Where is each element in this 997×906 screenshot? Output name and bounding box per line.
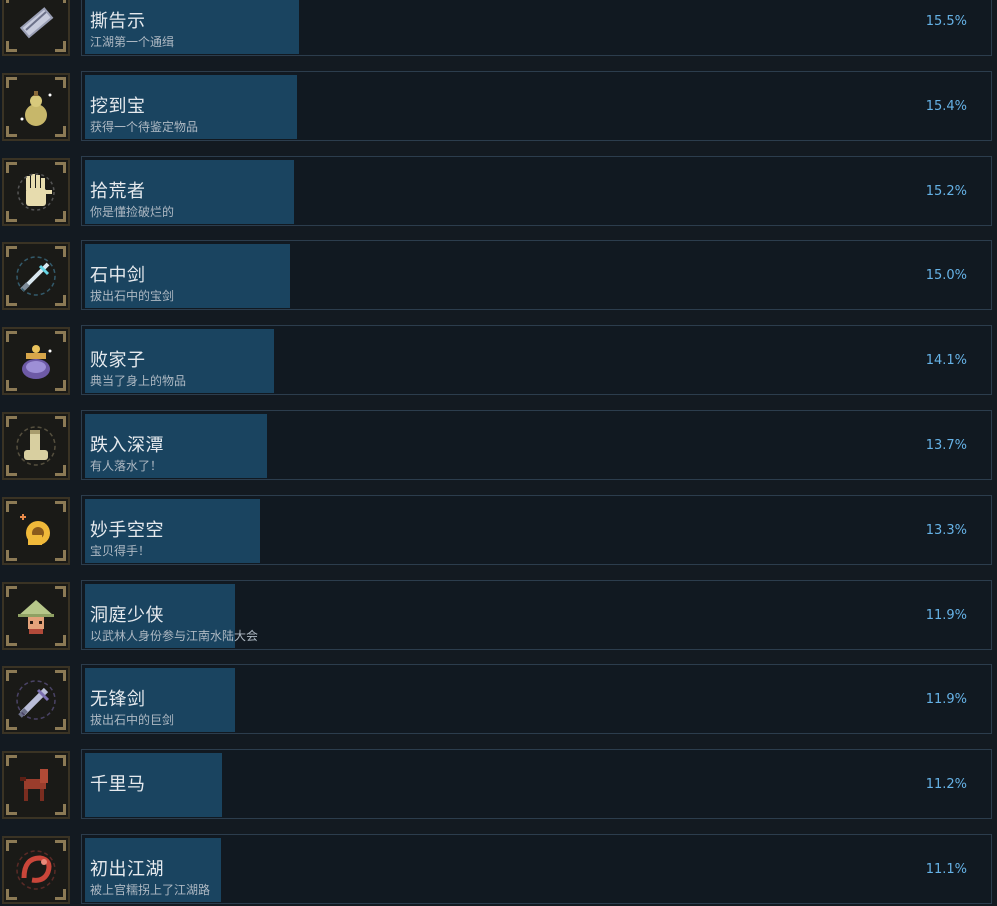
achievement-percentage: 13.3%	[925, 522, 967, 538]
achievement-panel: 无锋剑 拔出石中的巨剑 11.9%	[81, 664, 992, 735]
achievement-panel: 初出江湖 被上官糯拐上了江湖路 11.1%	[81, 834, 992, 904]
achievement-panel: 千里马 11.2%	[81, 749, 992, 820]
achievement-percentage: 11.9%	[925, 607, 967, 623]
achievement-title: 败家子	[90, 350, 146, 372]
achievement-description: 以武林人身份参与江南水陆大会	[90, 628, 259, 643]
achievement-row-8[interactable]: 洞庭少侠 以武林人身份参与江南水陆大会 11.9%	[0, 579, 997, 652]
achievement-icon-frame	[2, 412, 70, 480]
achievement-title: 拾荒者	[90, 180, 146, 202]
achievement-panel: 石中剑 拔出石中的宝剑 15.0%	[81, 240, 992, 311]
achievement-title: 妙手空空	[90, 519, 164, 541]
achievement-row-9[interactable]: 无锋剑 拔出石中的巨剑 11.9%	[0, 664, 997, 736]
achievement-description: 宝贝得手！	[90, 543, 151, 558]
achievement-title: 无锋剑	[90, 689, 146, 711]
achievement-percentage: 11.9%	[925, 692, 967, 708]
achievement-row-5[interactable]: 败家子 典当了身上的物品 14.1%	[0, 325, 997, 397]
achievement-description: 获得一个待鉴定物品	[90, 119, 199, 134]
achievement-percentage: 15.5%	[925, 14, 967, 29]
achievement-description: 有人落水了！	[90, 459, 163, 473]
achievement-percentage: 15.4%	[925, 98, 967, 114]
achievement-description: 江湖第一个通缉	[90, 35, 175, 49]
achievement-percentage: 15.2%	[925, 183, 967, 199]
achievement-icon-frame	[2, 751, 70, 820]
achievement-row-3[interactable]: 拾荒者 你是懂捡破烂的 15.2%	[0, 155, 997, 228]
achievement-icon-frame	[2, 0, 70, 56]
achievement-icon-frame	[2, 836, 70, 904]
achievement-description: 被上官糯拐上了江湖路	[90, 883, 211, 897]
achievement-row-10[interactable]: 千里马 11.2%	[0, 749, 997, 821]
achievement-title: 初出江湖	[90, 859, 164, 880]
achievement-description: 典当了身上的物品	[90, 374, 187, 389]
achievement-row-2[interactable]: 挖到宝 获得一个待鉴定物品 15.4%	[0, 70, 997, 143]
achievement-panel: 跌入深潭 有人落水了！ 13.7%	[81, 410, 992, 480]
achievement-title: 跌入深潭	[90, 435, 164, 456]
achievement-icon-frame	[2, 72, 70, 141]
achievement-icon-frame	[2, 242, 70, 311]
achievement-panel: 拾荒者 你是懂捡破烂的 15.2%	[81, 155, 992, 226]
achievement-icon-frame	[2, 327, 70, 396]
achievement-percentage: 11.1%	[925, 862, 967, 877]
achievement-icon-frame	[2, 157, 70, 226]
achievement-row-7[interactable]: 妙手空空 宝贝得手！ 13.3%	[0, 494, 997, 567]
achievement-icon-frame	[2, 666, 70, 735]
achievement-description: 拔出石中的宝剑	[90, 289, 175, 304]
achievement-row-1[interactable]: 撕告示 江湖第一个通缉 15.5%	[0, 0, 997, 58]
achievement-percentage: 13.7%	[925, 438, 967, 453]
achievement-panel: 妙手空空 宝贝得手！ 13.3%	[81, 494, 992, 565]
achievement-panel: 败家子 典当了身上的物品 14.1%	[81, 325, 992, 396]
achievement-percentage: 11.2%	[925, 777, 967, 793]
achievement-title: 洞庭少侠	[90, 604, 164, 626]
achievement-panel: 撕告示 江湖第一个通缉 15.5%	[81, 0, 992, 56]
achievement-title: 千里马	[90, 774, 146, 796]
achievement-description: 你是懂捡破烂的	[90, 204, 175, 219]
achievement-percentage: 15.0%	[925, 268, 967, 284]
achievement-row-6[interactable]: 跌入深潭 有人落水了！ 13.7%	[0, 410, 997, 482]
achievement-row-4[interactable]: 石中剑 拔出石中的宝剑 15.0%	[0, 240, 997, 312]
achievement-row-11[interactable]: 初出江湖 被上官糯拐上了江湖路 11.1%	[0, 834, 997, 906]
achievement-title: 撕告示	[90, 11, 146, 32]
achievement-icon-frame	[2, 496, 70, 565]
achievement-panel: 挖到宝 获得一个待鉴定物品 15.4%	[81, 70, 992, 141]
achievement-description: 拔出石中的巨剑	[90, 713, 175, 728]
achievement-percentage: 14.1%	[925, 353, 967, 369]
achievement-panel: 洞庭少侠 以武林人身份参与江南水陆大会 11.9%	[81, 579, 992, 650]
achievement-title: 挖到宝	[90, 95, 146, 117]
achievement-icon-frame	[2, 581, 70, 650]
achievement-title: 石中剑	[90, 265, 146, 287]
